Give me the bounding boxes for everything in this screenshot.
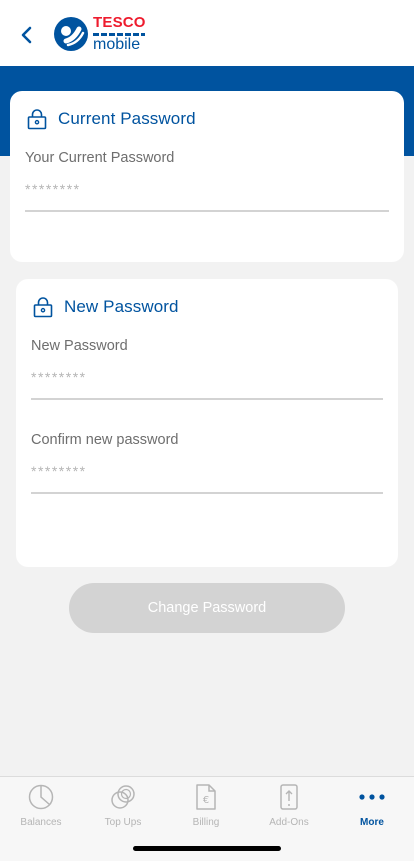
coins-icon bbox=[109, 783, 137, 811]
tab-billing[interactable]: € Billing bbox=[165, 777, 247, 833]
euro-document-icon: € bbox=[194, 783, 218, 811]
phone-arrow-icon bbox=[278, 783, 300, 811]
lock-icon bbox=[32, 296, 54, 318]
tab-label: Add-Ons bbox=[269, 817, 309, 828]
logo-sub-text: mobile bbox=[93, 36, 141, 53]
current-password-title: Current Password bbox=[58, 109, 196, 128]
tab-label: Billing bbox=[192, 817, 220, 828]
app-header: TESCO mobile bbox=[0, 0, 414, 66]
current-password-underline bbox=[25, 210, 389, 212]
tesco-mobile-logo: TESCO mobile bbox=[54, 14, 146, 53]
new-password-underline bbox=[31, 398, 383, 400]
confirm-password-input[interactable] bbox=[31, 460, 383, 482]
tab-more[interactable]: More bbox=[331, 777, 413, 833]
tab-label: Top Ups bbox=[104, 817, 142, 828]
logo-mark bbox=[54, 17, 88, 51]
svg-text:€: € bbox=[203, 795, 209, 806]
current-password-input[interactable] bbox=[25, 178, 389, 200]
pie-chart-icon bbox=[27, 783, 55, 811]
new-password-label: New Password bbox=[31, 338, 128, 354]
current-password-label: Your Current Password bbox=[25, 150, 175, 166]
current-password-card: Current Password Your Current Password bbox=[10, 91, 404, 262]
logo-brand-text: TESCO bbox=[93, 14, 146, 31]
new-password-card: New Password New Password Confirm new pa… bbox=[16, 279, 398, 567]
change-password-button[interactable]: Change Password bbox=[69, 583, 345, 633]
lock-icon bbox=[26, 108, 48, 130]
confirm-password-label: Confirm new password bbox=[31, 432, 179, 448]
new-password-title: New Password bbox=[64, 297, 179, 316]
confirm-password-underline bbox=[31, 492, 383, 494]
current-password-heading: Current Password bbox=[26, 108, 196, 130]
new-password-input[interactable] bbox=[31, 366, 383, 388]
new-password-heading: New Password bbox=[32, 296, 179, 318]
tab-top-ups[interactable]: Top Ups bbox=[82, 777, 164, 833]
chevron-left-icon bbox=[21, 26, 32, 44]
tab-add-ons[interactable]: Add-Ons bbox=[248, 777, 330, 833]
back-button[interactable] bbox=[14, 22, 40, 48]
more-dots-icon bbox=[358, 783, 386, 811]
tab-balances[interactable]: Balances bbox=[0, 777, 82, 833]
tab-label: Balances bbox=[20, 817, 62, 828]
home-indicator bbox=[133, 846, 281, 851]
tab-label: More bbox=[360, 817, 384, 828]
